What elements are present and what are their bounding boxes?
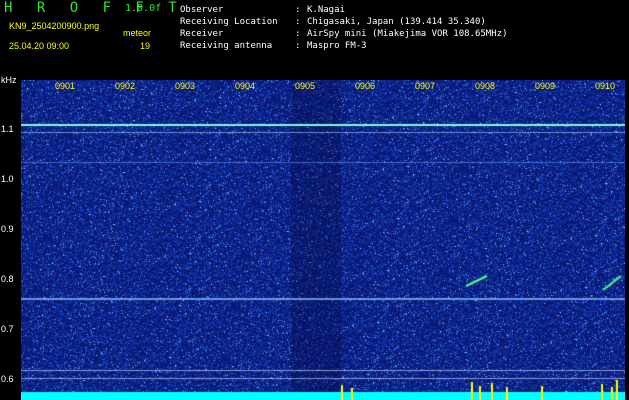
x-tick: 0904: [235, 81, 256, 91]
x-tick: 0908: [475, 81, 496, 91]
location-row: Receiving Location: Chigasaki, Japan (139…: [180, 16, 507, 28]
x-tick: 0906: [355, 81, 376, 91]
x-tick: 0901: [55, 81, 76, 91]
y-axis-unit: kHz: [1, 75, 17, 85]
version-label: 1.0.0f: [125, 3, 162, 14]
observer-row: Observer: K.Nagai: [180, 4, 507, 16]
y-tick: 0.6: [1, 374, 14, 384]
meta-key: Receiving antenna: [180, 41, 273, 51]
x-tick: 0902: [115, 81, 136, 91]
y-tick: 1.1: [1, 124, 14, 134]
meta-sep: :: [295, 41, 301, 51]
meta-key: Observer: [180, 5, 224, 15]
meteor-label: meteor: [123, 28, 152, 38]
meteor-count: 19: [140, 41, 151, 51]
meta-sep: :: [295, 29, 301, 39]
x-tick: 0905: [295, 81, 316, 91]
spectrogram-canvas: [21, 80, 625, 400]
filename-label: KN9_2504200900.png: [9, 21, 100, 31]
meta-sep: :: [295, 5, 301, 15]
meta-value: K.Nagai: [307, 5, 345, 15]
antenna-row: Receiving antenna: Maspro FM-3: [180, 40, 507, 52]
datetime-label: 25.04.20 09:00: [9, 41, 70, 51]
meta-key: Receiving Location: [180, 17, 278, 27]
meta-key: Receiver: [180, 29, 224, 39]
meta-value: AirSpy mini (Miakejima VOR 108.65MHz): [307, 29, 508, 39]
x-tick: 0903: [175, 81, 196, 91]
y-tick: 0.9: [1, 224, 14, 234]
meta-value: Maspro FM-3: [307, 41, 367, 51]
meta-value: Chigasaki, Japan (139.414 35.340): [307, 17, 486, 27]
y-tick: 0.8: [1, 274, 14, 284]
x-tick: 0907: [415, 81, 436, 91]
x-tick: 0909: [535, 81, 556, 91]
spectrogram-area: [21, 80, 625, 400]
station-info: Observer: K.Nagai Receiving Location: Chig…: [180, 4, 507, 52]
y-tick: 1.0: [1, 174, 14, 184]
x-tick: 0910: [595, 81, 616, 91]
y-tick: 0.7: [1, 324, 14, 334]
receiver-row: Receiver: AirSpy mini (Miakejima VOR 108.…: [180, 28, 507, 40]
meta-sep: :: [295, 17, 301, 27]
